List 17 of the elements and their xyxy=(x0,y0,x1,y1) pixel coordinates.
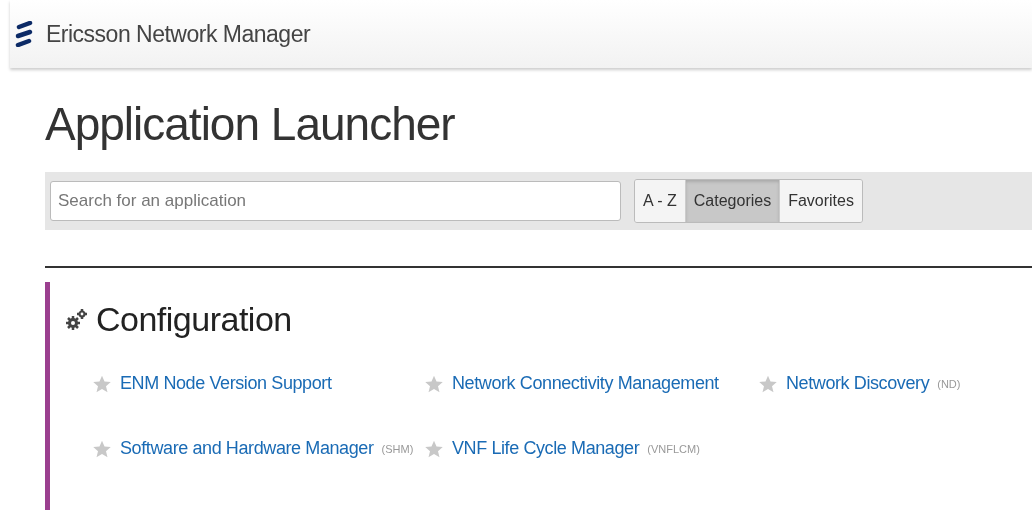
page-title: Application Launcher xyxy=(45,97,456,152)
search-field[interactable]: Search for an application xyxy=(50,181,621,221)
view-tab[interactable]: A - Z xyxy=(635,180,686,222)
app-link[interactable]: VNF Life Cycle Manager xyxy=(452,438,640,459)
app-abbreviation: (VNFLCM) xyxy=(647,442,700,455)
app-abbreviation: (SHM) xyxy=(381,442,414,455)
view-tab[interactable]: Categories xyxy=(685,180,781,222)
app-link[interactable]: Network Discovery xyxy=(786,373,930,394)
app-link[interactable]: ENM Node Version Support xyxy=(120,373,332,394)
view-tab[interactable]: Favorites xyxy=(780,180,862,222)
app-link[interactable]: Network Connectivity Management xyxy=(452,373,719,394)
app-link[interactable]: Software and Hardware Manager xyxy=(120,438,374,459)
gears-icon xyxy=(64,307,88,332)
logo-icon xyxy=(14,21,34,47)
app-abbreviation: (ND) xyxy=(937,377,961,390)
app-title: Ericsson Network Manager xyxy=(46,20,311,48)
category-title: Configuration xyxy=(96,300,292,339)
